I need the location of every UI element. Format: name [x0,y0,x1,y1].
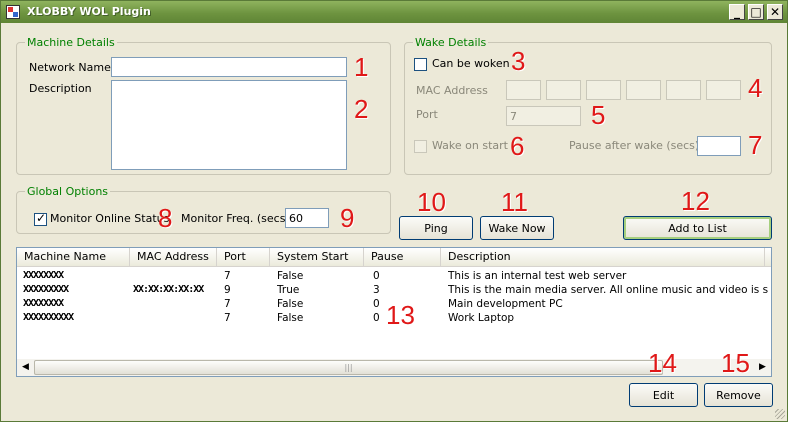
annotation-6: 6 [510,131,525,161]
annotation-8: 8 [158,203,173,233]
cell-port: 7 [224,270,231,282]
column-mac-address[interactable]: MAC Address [130,248,217,267]
port-label: Port [416,108,438,121]
column-pause[interactable]: Pause [364,248,441,267]
cell-machine-name: XXXXXXXX [23,270,64,281]
mac-octet-2[interactable] [546,80,581,100]
annotation-2: 2 [354,94,369,124]
cell-description: This is the main media server. All onlin… [448,284,768,296]
annotation-14: 14 [648,348,677,378]
description-label: Description [29,82,92,95]
cell-pause: 0 [373,270,380,282]
minimize-icon: _ [734,5,740,19]
monitor-freq-input[interactable] [285,208,329,228]
edit-button[interactable]: Edit [629,383,698,407]
close-icon: ✕ [769,5,781,19]
cell-description: This is an internal test web server [448,270,627,282]
wake-on-start-checkbox[interactable] [414,140,427,153]
cell-machine-name: XXXXXXXXXX [23,312,74,323]
resize-grip-icon[interactable] [775,409,785,419]
window-title: XLOBBY WOL Plugin [27,5,151,18]
cell-system-start: False [277,312,304,324]
monitor-online-checkbox[interactable]: ✓ [34,211,47,226]
annotation-12: 12 [681,186,710,216]
maximize-button[interactable]: □ [748,4,764,20]
table-row[interactable]: XXXXXXXX 7 False 0 This is an internal t… [17,269,771,283]
check-icon: ✓ [36,211,47,225]
column-port[interactable]: Port [217,248,270,267]
title-bar[interactable]: XLOBBY WOL Plugin _ □ ✕ [1,1,787,23]
pause-after-wake-label: Pause after wake (secs) [569,139,700,152]
can-be-woken-label: Can be woken [432,57,510,70]
column-description[interactable]: Description [441,248,765,267]
cell-description: Work Laptop [448,312,515,324]
app-icon [6,5,20,19]
list-header: Machine Name MAC Address Port System Sta… [17,248,771,267]
annotation-3: 3 [511,46,526,76]
mac-octet-3[interactable] [586,80,621,100]
pause-after-wake-input[interactable] [697,136,741,156]
cell-machine-name: XXXXXXXXX [23,284,69,295]
close-button[interactable]: ✕ [767,4,783,20]
cell-description: Main development PC [448,298,563,310]
plugin-window: XLOBBY WOL Plugin _ □ ✕ Machine Details … [0,0,788,422]
cell-mac-address: XX:XX:XX:XX:XX [133,284,204,295]
scroll-thumb[interactable]: ||| [34,360,663,375]
table-row[interactable]: XXXXXXXXX XX:XX:XX:XX:XX 9 True 3 This i… [17,283,771,297]
description-input[interactable] [111,80,347,170]
cell-port: 7 [224,312,231,324]
annotation-1: 1 [354,52,369,82]
cell-system-start: False [277,298,304,310]
scroll-left-icon[interactable]: ◀ [17,359,34,376]
annotation-5: 5 [591,100,606,130]
wake-details-legend: Wake Details [413,36,489,49]
monitor-online-label: Monitor Online Status [50,212,170,225]
column-system-start[interactable]: System Start [270,248,364,267]
add-to-list-button[interactable]: Add to List [623,216,772,240]
annotation-7: 7 [748,130,763,160]
annotation-10: 10 [417,187,446,217]
annotation-9: 9 [340,203,355,233]
network-name-label: Network Name: [29,61,115,74]
cell-port: 7 [224,298,231,310]
mac-octet-6[interactable] [706,80,741,100]
wake-now-button[interactable]: Wake Now [480,216,554,240]
mac-octet-1[interactable] [506,80,541,100]
minimize-button[interactable]: _ [729,4,745,20]
remove-button[interactable]: Remove [704,383,773,407]
wake-on-start-label: Wake on start [432,139,508,152]
machine-details-legend: Machine Details [25,36,117,49]
global-options-legend: Global Options [25,185,111,198]
ping-button[interactable]: Ping [399,216,473,240]
annotation-15: 15 [721,348,750,378]
network-name-input[interactable] [111,57,347,77]
cell-system-start: False [277,270,304,282]
cell-pause: 3 [373,284,380,296]
scroll-right-icon[interactable]: ▶ [754,359,771,376]
cell-system-start: True [277,284,300,296]
mac-octet-4[interactable] [626,80,661,100]
cell-machine-name: XXXXXXXX [23,298,64,309]
mac-address-label: MAC Address [416,84,488,97]
monitor-freq-label: Monitor Freq. (secs) [181,212,290,225]
can-be-woken-checkbox[interactable] [414,58,427,71]
annotation-13: 13 [386,300,415,330]
cell-port: 9 [224,284,231,296]
mac-octet-5[interactable] [666,80,701,100]
maximize-icon: □ [750,5,762,19]
annotation-11: 11 [501,187,528,217]
column-machine-name[interactable]: Machine Name [17,248,130,267]
port-input[interactable] [506,106,581,126]
annotation-4: 4 [748,73,763,103]
